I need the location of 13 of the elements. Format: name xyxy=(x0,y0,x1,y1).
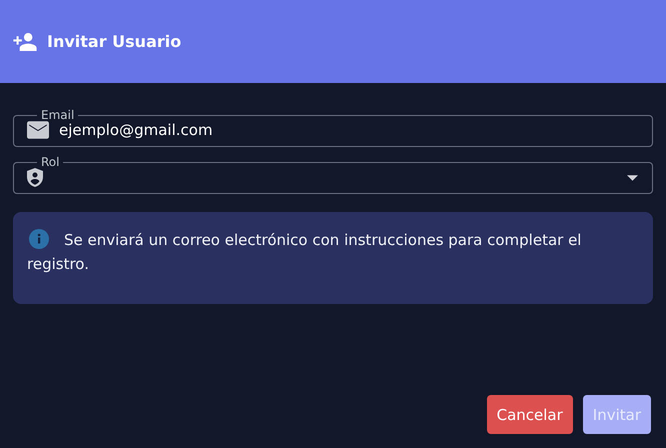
field-value: ejemplo@gmail.com xyxy=(59,121,214,139)
cancel-button[interactable]: Cancelar xyxy=(486,395,573,434)
shield-person-icon xyxy=(27,168,43,187)
info-message: Se enviará un correo electrónico con instrucciones para completar el registro. xyxy=(27,228,582,275)
envelope-icon xyxy=(27,121,49,139)
email-field[interactable]: Email ejemplo@gmail.com xyxy=(13,109,653,147)
field-label: Rol xyxy=(40,156,60,168)
caret-icon xyxy=(627,174,638,180)
dialog-title: Invitar Usuario xyxy=(47,32,182,51)
field-label: Email xyxy=(40,109,76,121)
info-icon xyxy=(29,229,49,249)
role-select[interactable]: Rol xyxy=(13,156,653,194)
add-user-icon xyxy=(12,32,38,51)
